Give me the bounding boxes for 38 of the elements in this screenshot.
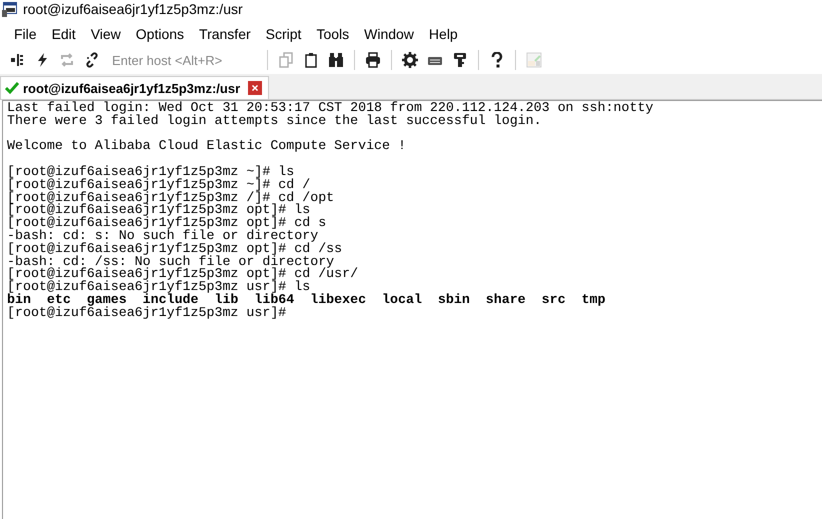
menu-item[interactable]: Script [260,24,308,44]
terminal-line: There were 3 failed login attempts since the last successful login. [7,114,543,128]
terminal-line: [root@izuf6aisea6jr1yf1z5p3mz opt]# cd /ss [7,242,344,256]
window-title: root@izuf6aisea6jr1yf1z5p3mz:/usr [23,1,243,17]
close-icon[interactable] [248,81,262,95]
terminal-line: -bash: cd: /ss: No such file or directory [7,256,334,268]
menu-item[interactable]: Edit [46,24,82,44]
menu-item[interactable]: Window [358,24,420,44]
printer-icon[interactable] [365,52,381,68]
menu-item[interactable]: Transfer [193,24,257,44]
terminal-line: Last failed login: Wed Oct 31 20:53:17 CST 2018 from 220.112.124.203 on ssh:notty [7,102,654,115]
menu-item[interactable]: View [84,24,127,44]
terminal-line: -bash: cd: s: No such file or directory [7,230,319,243]
session-tab[interactable]: root@izuf6aisea6jr1yf1z5p3mz:/usr [0,76,270,99]
settings-icon[interactable] [402,52,418,68]
terminal-line: [root@izuf6aisea6jr1yf1z5p3mz usr]# [7,306,288,320]
tab-label: root@izuf6aisea6jr1yf1z5p3mz:/usr [23,80,240,96]
terminal-line: Welcome to Alibaba Cloud Elastic Compute Service ! [7,140,407,154]
menu-item[interactable]: File [8,24,43,44]
link-icon[interactable] [84,52,100,68]
menu-item[interactable]: Options [130,24,190,44]
menu-item[interactable]: Tools [310,24,356,44]
clipboard-icon[interactable] [303,52,319,68]
connect-icon[interactable] [9,52,25,68]
menu-item[interactable]: Help [422,24,464,44]
host-field[interactable]: Enter host <Alt+R> [108,52,258,68]
terminal-line: [root@izuf6aisea6jr1yf1z5p3mz opt]# ls [7,204,310,218]
terminal-line: [root@izuf6aisea6jr1yf1z5p3mz ~]# cd / [7,178,310,192]
directory-listing: bin etc games include lib lib64 libexec local sbin share src tmp [7,294,606,307]
terminal-line: [root@izuf6aisea6jr1yf1z5p3mz usr]# ls [7,281,312,294]
app-icon [2,1,18,17]
terminal-line: [root@izuf6aisea6jr1yf1z5p3mz opt]# cd s [7,217,328,230]
terminal-line: [root@izuf6aisea6jr1yf1z5p3mz opt]# cd /usr/ [7,268,360,282]
terminal-line: [root@izuf6aisea6jr1yf1z5p3mz ~]# ls [7,166,296,179]
binoculars-icon[interactable] [328,52,344,68]
key-icon[interactable] [452,52,468,68]
terminal-line: [root@izuf6aisea6jr1yf1z5p3mz /]# cd /opt [7,192,336,204]
help-icon[interactable] [489,52,505,68]
